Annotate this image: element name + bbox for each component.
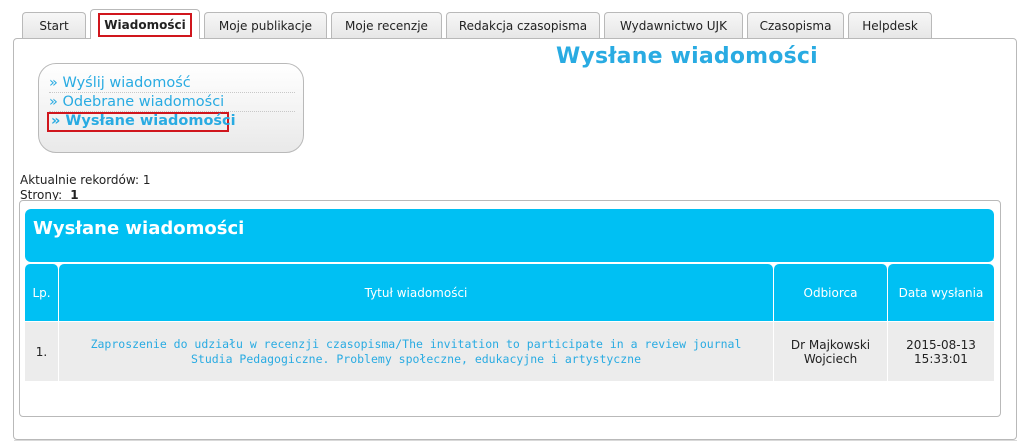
main-tabs: Start Wiadomości Moje publikacje Moje re… [22,9,936,39]
panel-bottom-edge [14,440,1017,441]
tab-moje-recenzje[interactable]: Moje recenzje [331,12,442,39]
table-title: Wysłane wiadomości [25,209,994,262]
table-row-1-recipient: Dr Majkowski Wojciech [774,322,887,381]
table-row-1-lp: 1. [25,322,58,381]
tab-moje-publikacje[interactable]: Moje publikacje [204,12,327,39]
tab-redakcja-czasopisma[interactable]: Redakcja czasopisma [446,12,600,39]
menu-item-send-message[interactable]: » Wyślij wiadomość [49,74,295,93]
records-count: Aktualnie rekordów: 1 [20,173,151,188]
page-title: Wysłane wiadomości [556,44,818,69]
tab-helpdesk[interactable]: Helpdesk [848,12,932,39]
tab-wiadomosci-label: Wiadomości [98,12,192,37]
menu-item-sent-messages[interactable]: » Wysłane wiadomości [47,112,236,132]
records-count-label: Aktualnie rekordów: [20,173,140,187]
column-header-date: Data wysłania [888,264,994,321]
records-count-value: 1 [142,173,151,187]
table-row-1-title-link[interactable]: Zaproszenie do udziału w recenzji czasop… [59,322,773,381]
menu-item-received-messages[interactable]: » Odebrane wiadomości [49,93,295,112]
tab-wiadomosci[interactable]: Wiadomości [90,9,200,39]
tab-start[interactable]: Start [22,12,86,39]
column-header-recipient: Odbiorca [774,264,887,321]
column-header-lp: Lp. [25,264,58,321]
records-info: Aktualnie rekordów: 1 Strony: 1 [20,173,151,203]
column-header-title: Tytuł wiadomości [59,264,773,321]
tab-wydawnictwo-ujk[interactable]: Wydawnictwo UJK [604,12,743,39]
tab-czasopisma[interactable]: Czasopisma [747,12,844,39]
messages-side-menu: » Wyślij wiadomość » Odebrane wiadomości… [38,63,304,153]
table-row-1-date: 2015-08-13 15:33:01 [888,322,994,381]
